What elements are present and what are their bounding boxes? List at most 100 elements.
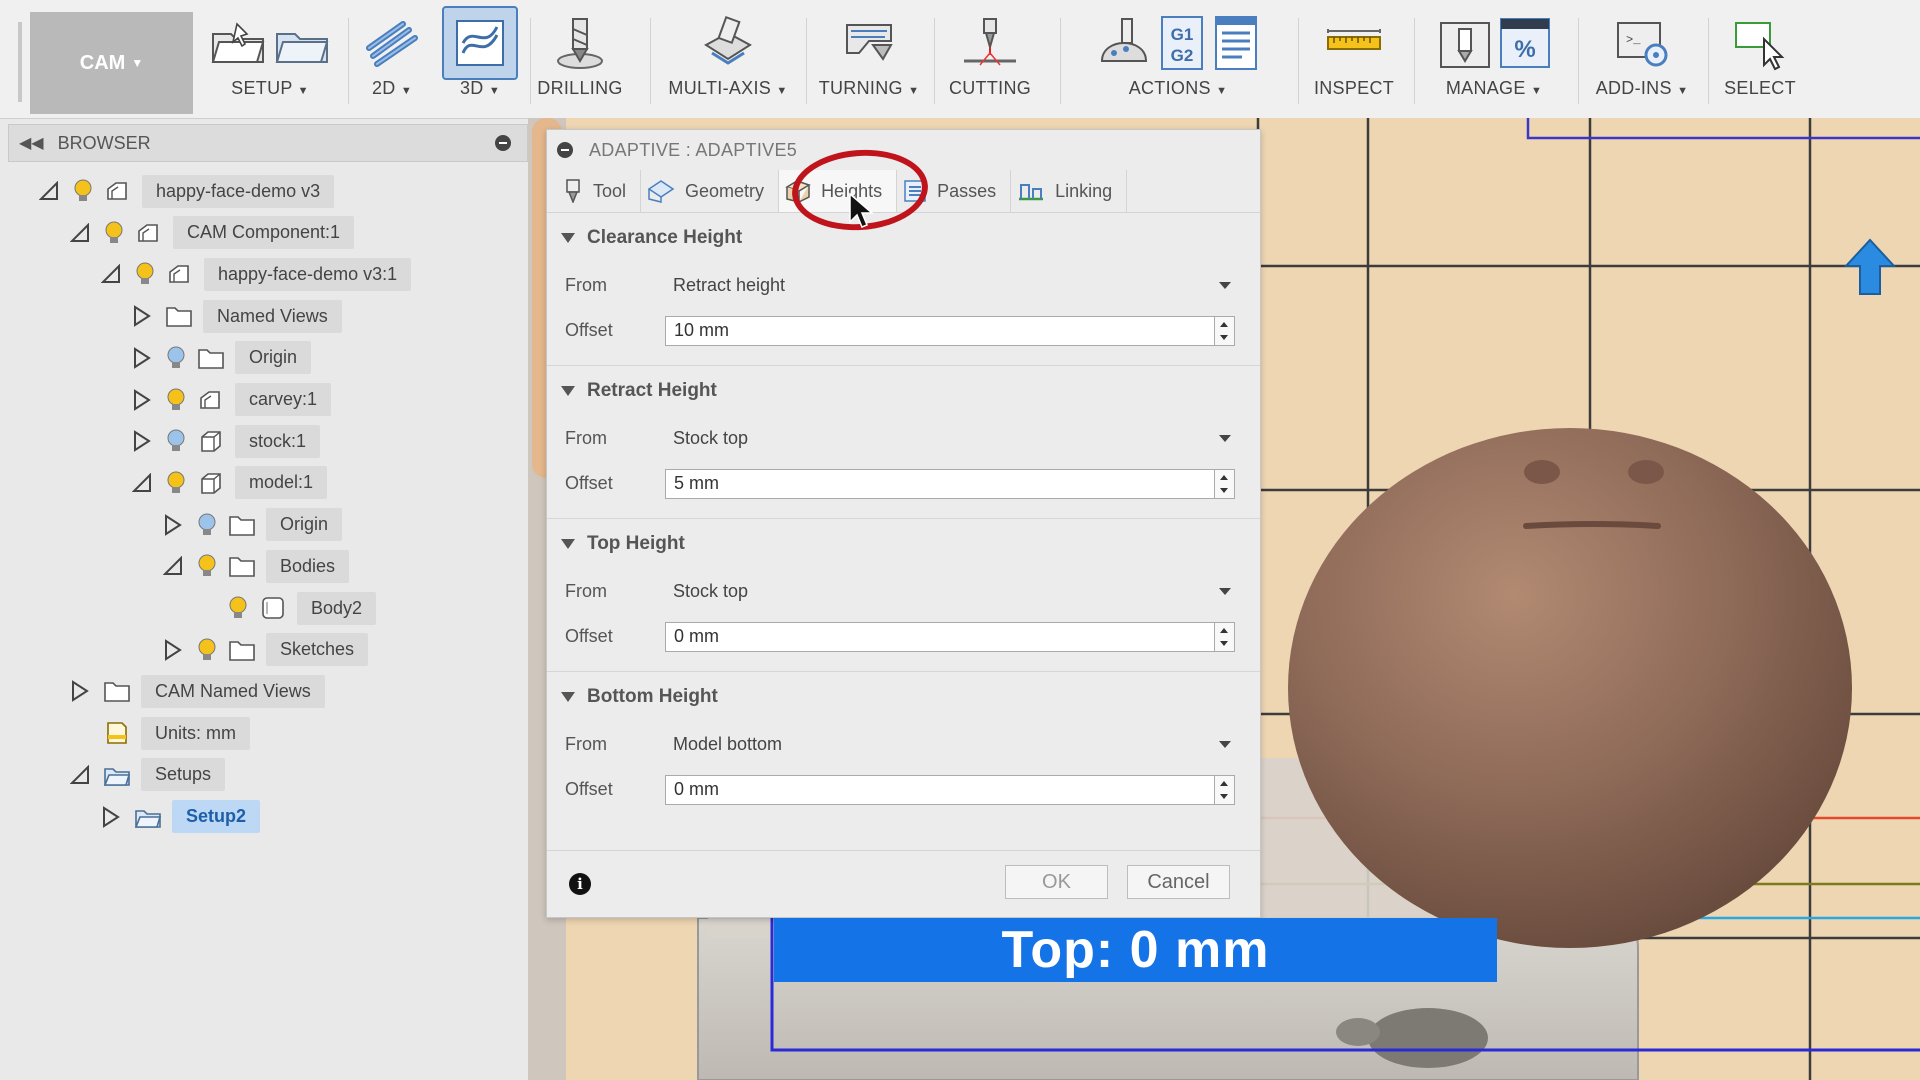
arrow-up-icon[interactable] [1843,238,1897,295]
simulate-icon[interactable] [1096,15,1152,71]
info-icon[interactable]: i [569,873,591,895]
dialog-titlebar[interactable]: ADAPTIVE : ADAPTIVE5 [547,130,1260,170]
tab-linking[interactable]: Linking [1011,170,1128,212]
collapsed-triangle-icon[interactable] [162,513,184,536]
section-header[interactable]: Bottom Height [547,672,1260,722]
select-cursor-icon[interactable] [1730,15,1790,71]
ok-button[interactable]: OK [1005,865,1108,899]
expanded-triangle-icon[interactable] [162,555,184,577]
tool-library-icon[interactable] [1437,15,1493,71]
clearance-from-select[interactable]: Retract height [665,269,1243,303]
visibility-bulb-icon[interactable] [196,553,218,579]
visibility-bulb-icon[interactable] [72,178,94,204]
collapsed-triangle-icon[interactable] [69,680,91,703]
toolbar-grip[interactable] [18,22,22,102]
setup-sheet-doc-icon[interactable] [1212,15,1260,71]
tab-tool[interactable]: Tool [557,170,642,212]
expanded-triangle-icon[interactable] [131,472,153,494]
tab-geometry[interactable]: Geometry [641,170,780,212]
tree-item[interactable]: Units: mm [69,716,250,750]
visibility-bulb-icon[interactable] [165,345,187,371]
drill-icon[interactable] [551,15,609,71]
tree-item[interactable]: carvey:1 [131,383,332,417]
tab-passes[interactable]: Passes [897,170,1012,212]
collapse-triangle-icon[interactable] [561,233,575,243]
offset-spinner[interactable] [1215,774,1235,805]
template-library-icon[interactable]: % [1499,15,1551,71]
visibility-bulb-icon[interactable] [165,470,187,496]
multi-axis-icon[interactable] [698,15,758,71]
offset-spinner[interactable] [1215,621,1235,652]
toolbar-group-setup[interactable]: SETUP ▼ [200,8,340,114]
visibility-bulb-icon[interactable] [103,220,125,246]
post-process-icon[interactable]: G1 G2 [1158,15,1206,71]
offset-spinner[interactable] [1215,468,1235,499]
tree-item[interactable]: Named Views [131,299,342,333]
toolbar-group-turning[interactable]: TURNING ▼ [814,8,924,114]
expanded-triangle-icon[interactable] [38,180,60,202]
toolbar-group-multi-axis[interactable]: MULTI-AXIS ▼ [660,8,796,114]
section-header[interactable]: Retract Height [547,366,1260,416]
tree-item[interactable]: stock:1 [131,424,321,458]
minimize-icon[interactable] [495,135,511,151]
2d-toolpath-icon[interactable] [363,18,421,68]
toolbar-group-3d[interactable]: 3D ▼ [442,6,518,114]
tree-item[interactable]: happy-face-demo v3 [38,174,335,208]
bottom-from-select[interactable]: Model bottom [665,728,1243,762]
toolbar-group-2d[interactable]: 2D ▼ [356,8,428,114]
tree-item[interactable]: Body2 [193,591,377,625]
minimize-icon[interactable] [557,142,573,158]
visibility-bulb-icon[interactable] [196,512,218,538]
visibility-bulb-icon[interactable] [196,637,218,663]
visibility-bulb-icon[interactable] [134,261,156,287]
bottom-offset-input[interactable] [665,774,1215,805]
tree-item[interactable]: Origin [162,508,343,542]
tree-item[interactable]: Setup2 [100,800,261,834]
tree-item[interactable]: Bodies [162,549,350,583]
setup-folder-icon[interactable] [209,20,267,66]
measure-icon[interactable] [1324,15,1384,71]
expanded-triangle-icon[interactable] [69,764,91,786]
visibility-bulb-icon[interactable] [227,595,249,621]
scripts-addins-icon[interactable]: >_ [1612,15,1672,71]
collapse-triangle-icon[interactable] [561,539,575,549]
tree-item[interactable]: Origin [131,341,312,375]
retract-offset-input[interactable] [665,468,1215,499]
collapsed-triangle-icon[interactable] [100,805,122,828]
tree-item[interactable]: Sketches [162,633,369,667]
toolbar-group-add-ins[interactable]: >_ ADD-INS ▼ [1586,8,1698,114]
collapse-triangle-icon[interactable] [561,692,575,702]
tree-item[interactable]: CAM Component:1 [69,216,355,250]
clearance-offset-input[interactable] [665,315,1215,346]
collapsed-triangle-icon[interactable] [162,638,184,661]
retract-from-select[interactable]: Stock top [665,422,1243,456]
collapsed-triangle-icon[interactable] [131,430,153,453]
toolbar-group-actions[interactable]: G1 G2 ACTIONS ▼ [1068,8,1288,114]
visibility-bulb-icon[interactable] [165,428,187,454]
expanded-triangle-icon[interactable] [100,263,122,285]
tree-item[interactable]: model:1 [131,466,328,500]
collapsed-triangle-icon[interactable] [131,388,153,411]
tree-item[interactable]: Setups [69,758,226,792]
tree-item[interactable]: CAM Named Views [69,674,325,708]
turning-icon[interactable] [839,15,899,71]
workspace-switcher[interactable]: CAM ▼ [30,12,193,114]
section-header[interactable]: Top Height [547,519,1260,569]
visibility-bulb-icon[interactable] [165,387,187,413]
3d-adaptive-icon[interactable] [451,15,509,71]
setup-sheet-icon[interactable] [273,20,331,66]
top-from-select[interactable]: Stock top [665,575,1243,609]
collapsed-triangle-icon[interactable] [131,346,153,369]
tab-heights[interactable]: Heights [779,170,898,212]
toolbar-group-cutting[interactable]: CUTTING [940,8,1040,114]
tree-item[interactable]: happy-face-demo v3:1 [100,257,412,291]
toolbar-group-select[interactable]: SELECT [1716,8,1804,114]
offset-spinner[interactable] [1215,315,1235,346]
collapse-triangle-icon[interactable] [561,386,575,396]
toolbar-group-manage[interactable]: % MANAGE ▼ [1422,8,1566,114]
collapsed-triangle-icon[interactable] [131,305,153,327]
cutting-icon[interactable] [960,15,1020,71]
collapse-panel-icon[interactable]: ◀◀ [19,133,44,153]
section-header[interactable]: Clearance Height [547,213,1260,263]
top-offset-input[interactable] [665,621,1215,652]
